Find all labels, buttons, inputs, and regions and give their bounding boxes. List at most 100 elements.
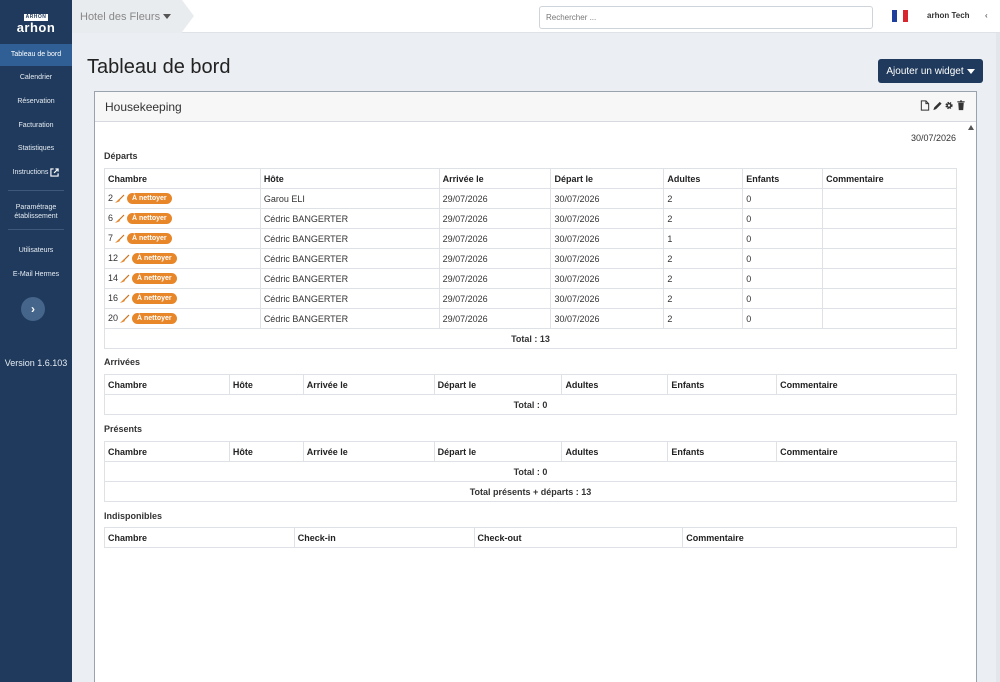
sidebar-item-parametrage-etablissement[interactable]: Paramétrage établissement <box>0 203 72 221</box>
adults-cell: 2 <box>663 308 744 329</box>
column-header: Départ le <box>433 441 563 462</box>
table-row: 14 À nettoyer Cédric BANGERTER 29/07/2026… <box>104 268 957 289</box>
guest-cell: Garou ELI <box>259 188 440 209</box>
room-number: 14 <box>108 272 119 283</box>
add-widget-button[interactable]: Ajouter un widget <box>878 59 983 83</box>
broom-icon <box>115 234 125 243</box>
column-header: Chambre <box>104 527 295 548</box>
hotel-name: Hotel des Fleurs <box>80 10 161 23</box>
children-cell: 0 <box>742 288 824 309</box>
total-row: Total : 13 <box>104 328 957 349</box>
room-number: 7 <box>108 232 114 243</box>
departure-cell: 30/07/2026 <box>550 288 665 309</box>
departure-cell: 30/07/2026 <box>550 228 665 249</box>
sidebar-divider <box>8 190 64 191</box>
adults-cell: 2 <box>663 188 744 209</box>
sidebar-item-calendrier[interactable]: Calendrier <box>0 68 72 88</box>
widget-header: Housekeeping <box>95 92 976 122</box>
external-link-icon <box>50 167 60 177</box>
children-cell: 0 <box>742 188 824 209</box>
scroll-up-arrow-icon[interactable] <box>968 125 974 130</box>
caret-down-icon <box>163 14 172 19</box>
hotel-selector[interactable]: Hotel des Fleurs <box>72 0 182 33</box>
departures-total: Total : 13 <box>104 328 957 349</box>
column-header: Hôte <box>259 168 440 189</box>
room-cell: 2 À nettoyer <box>104 188 261 209</box>
fr-flag-icon[interactable] <box>892 10 908 22</box>
widget-title: Housekeeping <box>105 100 182 114</box>
sidebar-item-tableau-de-bord[interactable]: Tableau de bord <box>0 44 72 66</box>
column-header: Départ le <box>550 168 665 189</box>
arrival-cell: 29/07/2026 <box>438 248 552 269</box>
sidebar-item-email-hermes[interactable]: E-Mail Hermes <box>0 265 72 285</box>
children-cell: 0 <box>742 208 824 229</box>
unavailable-title: Indisponibles <box>104 511 163 521</box>
broom-icon <box>115 214 125 223</box>
broom-icon <box>120 294 130 303</box>
guest-cell: Cédric BANGERTER <box>259 268 440 289</box>
file-icon[interactable] <box>920 100 930 111</box>
column-header: Départ le <box>433 374 563 395</box>
adults-cell: 2 <box>663 208 744 229</box>
present-table: Chambre Hôte Arrivée le Départ le Adulte… <box>104 441 957 502</box>
status-badge: À nettoyer <box>127 193 172 205</box>
table-header-row: Chambre Hôte Arrivée le Départ le Adulte… <box>104 168 957 189</box>
departure-cell: 30/07/2026 <box>550 188 665 209</box>
room-cell: 12 À nettoyer <box>104 248 261 269</box>
status-badge: À nettoyer <box>132 253 177 265</box>
sidebar-item-reservation[interactable]: Réservation <box>0 92 72 112</box>
chevron-down-icon[interactable]: ‹ <box>985 11 988 20</box>
status-badge: À nettoyer <box>132 293 177 305</box>
present-title: Présents <box>104 424 143 434</box>
children-cell: 0 <box>742 268 824 289</box>
unavailable-table: Chambre Check-in Check-out Commentaire <box>104 527 957 548</box>
room-cell: 20 À nettoyer <box>104 308 261 329</box>
broom-icon <box>120 274 130 283</box>
page-scrollbar[interactable] <box>996 33 1000 682</box>
gear-icon[interactable] <box>944 100 954 111</box>
comment-cell <box>822 208 957 229</box>
table-row: 16 À nettoyer Cédric BANGERTER 29/07/2026… <box>104 288 957 309</box>
table-row: 7À nettoyer Cédric BANGERTER 29/07/2026 … <box>104 228 957 249</box>
search-input[interactable] <box>539 6 873 29</box>
column-header: Chambre <box>104 441 230 462</box>
sidebar-item-statistiques[interactable]: Statistiques <box>0 139 72 159</box>
sidebar-expand-button[interactable]: › <box>21 297 45 321</box>
room-cell: 14 À nettoyer <box>104 268 261 289</box>
column-header: Arrivée le <box>302 374 435 395</box>
column-header: Commentaire <box>776 441 957 462</box>
table-row: 2 À nettoyer Garou ELI 29/07/2026 30/07/2… <box>104 188 957 209</box>
trash-icon[interactable] <box>956 100 966 111</box>
sidebar-item-facturation[interactable]: Facturation <box>0 116 72 136</box>
chevron-right-icon: › <box>31 302 35 316</box>
guest-cell: Cédric BANGERTER <box>259 248 440 269</box>
arrival-cell: 29/07/2026 <box>438 308 552 329</box>
column-header: Chambre <box>104 374 230 395</box>
sidebar-item-label: Réservation <box>17 98 55 105</box>
sidebar-item-label: Utilisateurs <box>18 247 54 254</box>
room-number: 12 <box>108 252 119 263</box>
sidebar-item-label: Paramétrage établissement <box>14 204 58 220</box>
sidebar-item-label: Instructions <box>12 169 49 176</box>
guest-cell: Cédric BANGERTER <box>259 208 440 229</box>
breadcrumb-arrow <box>182 0 194 32</box>
page-title: Tableau de bord <box>87 56 231 78</box>
user-menu[interactable]: arhon Tech <box>927 11 970 20</box>
column-header: Enfants <box>667 441 778 462</box>
children-cell: 0 <box>742 308 824 329</box>
arhon-logo[interactable]: ARHON arhon <box>0 0 72 44</box>
column-header: Check-in <box>293 527 475 548</box>
column-header: Check-out <box>473 527 684 548</box>
table-row: 6À nettoyer Cédric BANGERTER 29/07/2026 … <box>104 208 957 229</box>
room-number: 16 <box>108 292 119 303</box>
sidebar-item-instructions[interactable]: Instructions <box>0 163 72 183</box>
room-number: 6 <box>108 212 114 223</box>
arrival-cell: 29/07/2026 <box>438 208 552 229</box>
sidebar-item-utilisateurs[interactable]: Utilisateurs <box>0 241 72 261</box>
guest-cell: Cédric BANGERTER <box>259 308 440 329</box>
table-row: 12 À nettoyer Cédric BANGERTER 29/07/2026… <box>104 248 957 269</box>
comment-cell <box>822 188 957 209</box>
sidebar: ARHON arhon Tableau de bord Calendrier R… <box>0 0 72 682</box>
pencil-icon[interactable] <box>932 100 942 111</box>
table-header-row: Chambre Check-in Check-out Commentaire <box>104 527 957 548</box>
